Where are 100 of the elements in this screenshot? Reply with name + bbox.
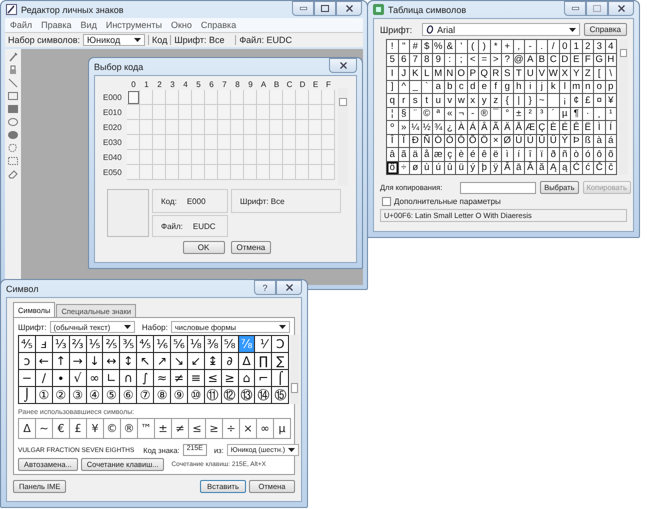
recent-symbol-cell[interactable]: ® [121,419,138,439]
character-cell[interactable]: V [536,67,548,80]
character-cell[interactable]: Ö [479,134,490,148]
code-cell[interactable] [309,90,322,105]
code-cell[interactable] [179,165,192,180]
character-cell[interactable]: a [433,80,444,94]
recent-symbol-cell[interactable]: £ [70,419,87,439]
character-cell[interactable]: ï [536,148,548,162]
symbol-cell[interactable]: ∟ [103,370,120,387]
character-cell[interactable]: ¤ [594,94,606,108]
character-cell[interactable]: ì [502,148,514,162]
scrollbar[interactable] [619,39,628,175]
code-cell[interactable] [244,165,257,180]
symbol-cell[interactable]: √ [70,370,87,387]
character-cell[interactable]: " [398,40,410,54]
character-cell[interactable]: E [571,54,582,67]
character-cell[interactable]: é [468,148,479,162]
code-cell[interactable] [179,105,192,120]
code-cell[interactable] [231,165,244,180]
symbol-cell[interactable]: ≥ [222,370,239,387]
character-cell[interactable]: F [582,54,594,67]
code-cell[interactable] [127,150,140,165]
symbol-cell[interactable]: ⑬ [238,387,256,404]
character-cell[interactable]: ¬ [456,108,468,121]
character-cell[interactable]: ý [468,162,479,175]
code-cell[interactable] [296,90,309,105]
character-cell[interactable]: Á [468,121,479,134]
character-cell[interactable]: Ą [548,162,560,175]
character-cell[interactable]: ß [582,134,594,148]
character-cell[interactable]: Č [594,162,606,175]
character-cell[interactable]: Q [479,67,490,80]
character-cell[interactable]: ` [422,80,433,94]
character-cell[interactable]: + [502,40,514,54]
character-cell[interactable]: · [582,108,594,121]
symbol-cell[interactable]: ⅖ [103,336,120,353]
character-cell[interactable]: T [514,67,525,80]
code-cell[interactable] [153,135,166,150]
code-cell[interactable] [270,120,283,135]
character-cell[interactable]: Ò [433,134,444,148]
code-cell[interactable] [140,135,153,150]
character-cell[interactable]: ú [433,162,444,175]
symbol-cell[interactable]: ↄ [19,353,36,370]
character-cell[interactable]: ® [479,108,490,121]
code-cell[interactable] [218,120,231,135]
code-cell[interactable] [296,135,309,150]
code-cell[interactable] [283,165,296,180]
menu-item[interactable]: Правка [41,20,72,30]
code-cell[interactable] [205,105,218,120]
recent-symbol-cell[interactable]: ≠ [172,419,189,439]
symbol-cell[interactable]: Ↄ [272,336,290,353]
character-cell[interactable]: Ü [548,134,560,148]
close-button[interactable] [336,1,362,16]
symbol-cell[interactable]: ∙ [52,370,70,387]
character-cell[interactable]: ă [536,162,548,175]
copy-field[interactable] [460,182,536,194]
character-cell[interactable]: ć [582,162,594,175]
symbol-cell[interactable]: ↙ [188,353,205,370]
code-cell[interactable] [322,150,335,165]
character-cell[interactable]: J [398,67,410,80]
character-cell[interactable]: Ô [456,134,468,148]
character-cell[interactable]: N [444,67,456,80]
character-cell[interactable]: Ù [514,134,525,148]
rectangle-icon[interactable] [8,91,18,101]
character-cell[interactable]: ¨ [410,108,422,121]
character-cell[interactable]: R [490,67,502,80]
character-cell[interactable]: Ø [502,134,514,148]
symbol-cell[interactable]: ↗ [154,353,172,370]
character-cell[interactable]: ¶ [571,108,582,121]
code-cell[interactable] [322,120,335,135]
character-cell[interactable]: ¸ [594,108,606,121]
code-cell[interactable] [218,150,231,165]
character-cell[interactable]: Ê [571,121,582,134]
symbol-cell[interactable]: ↨ [204,353,222,370]
scroll-thumb[interactable] [339,98,347,106]
symbol-cell[interactable]: ⅔ [70,336,87,353]
symbol-cell[interactable]: ↕ [120,353,138,370]
character-cell[interactable]: 0 [560,40,571,54]
code-cell[interactable] [244,135,257,150]
code-cell[interactable] [153,105,166,120]
character-cell[interactable] [548,94,560,108]
character-cell[interactable]: ë [490,148,502,162]
character-cell[interactable]: W [548,67,560,80]
character-cell[interactable]: ü [456,162,468,175]
lasso-icon[interactable] [8,143,18,153]
character-cell[interactable]: ó [582,148,594,162]
character-cell[interactable]: ~ [536,94,548,108]
character-cell[interactable]: È [548,121,560,134]
code-cell[interactable] [231,150,244,165]
symbol-cell[interactable]: ∆ [238,353,256,370]
code-cell[interactable] [127,120,140,135]
code-cell[interactable] [283,120,296,135]
code-cell[interactable] [205,90,218,105]
code-cell[interactable] [322,165,335,180]
code-cell[interactable] [244,90,257,105]
code-cell[interactable] [166,90,179,105]
code-cell[interactable] [127,165,140,180]
character-cell[interactable]: ° [502,108,514,121]
character-cell[interactable]: Ú [525,134,536,148]
symbol-cell[interactable]: ∂ [222,353,239,370]
character-cell[interactable]: q [387,94,398,108]
